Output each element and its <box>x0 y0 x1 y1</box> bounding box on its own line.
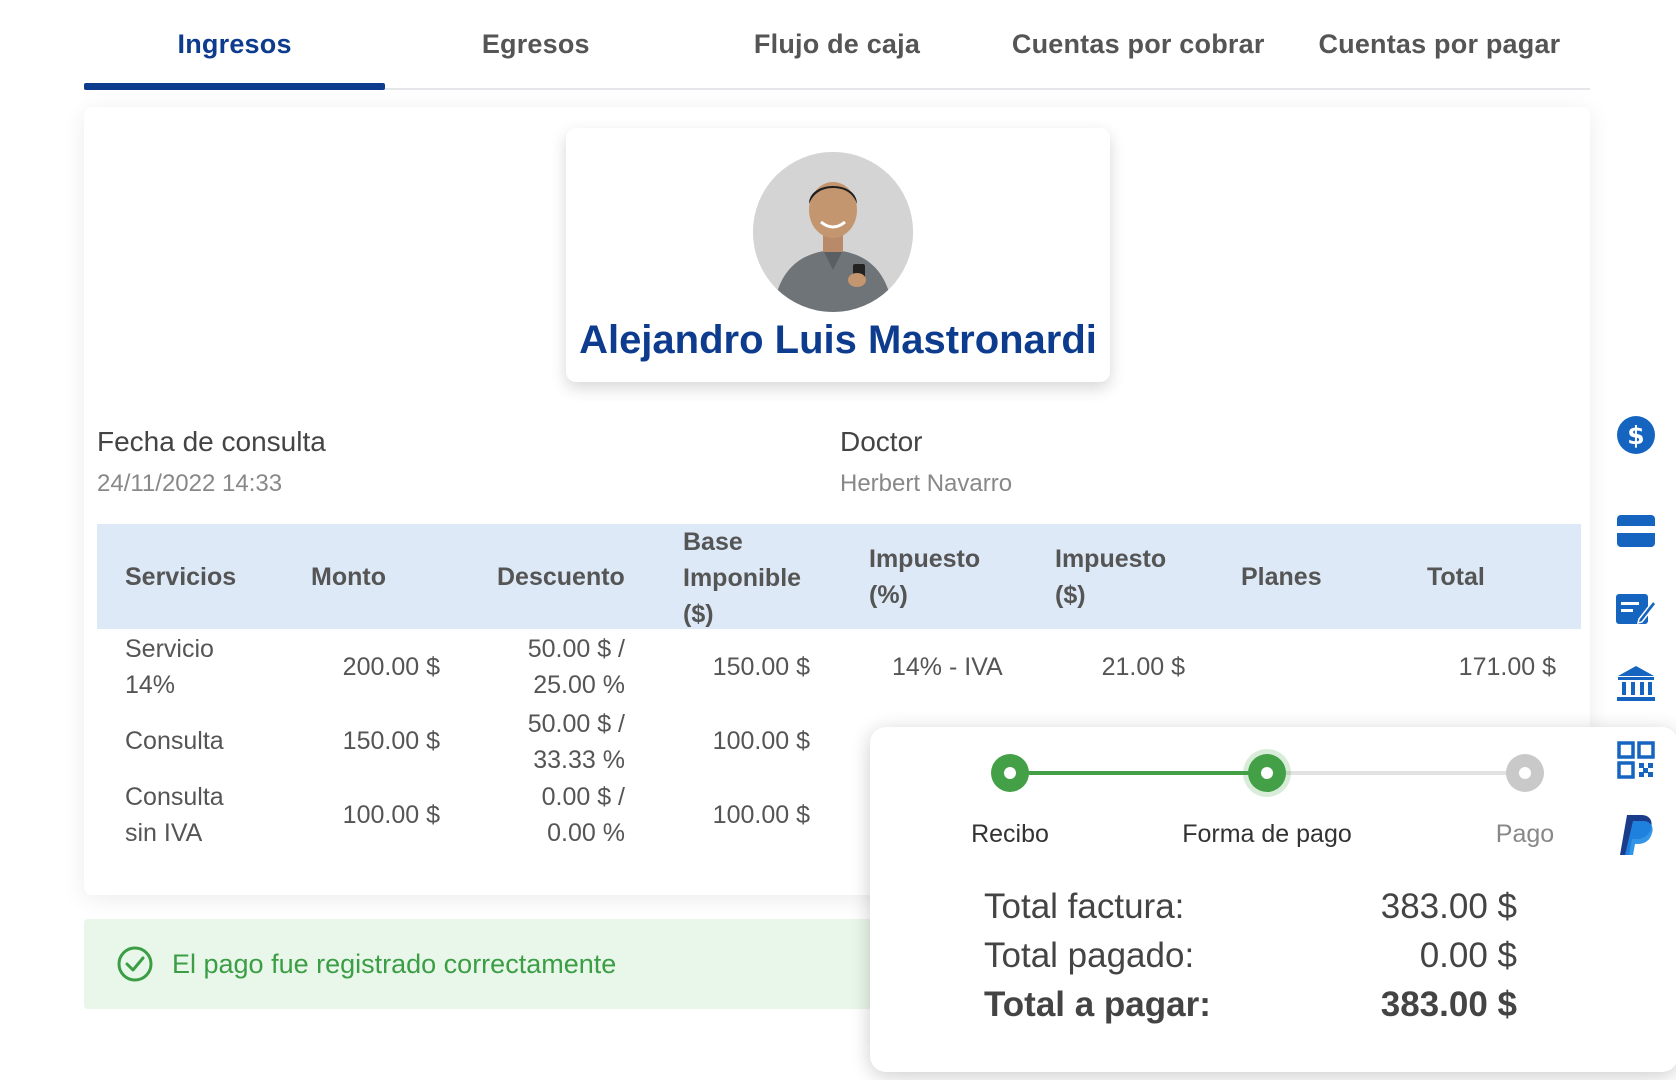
total-pagado-value: 0.00 $ <box>1419 936 1517 975</box>
cell-base: 100.00 $ <box>712 801 810 829</box>
step-forma-de-pago-label: Forma de pago <box>1182 820 1352 848</box>
check-circle-icon <box>117 946 153 982</box>
success-message: El pago fue registrado correctamente <box>172 948 617 979</box>
fecha-consulta-value: 24/11/2022 14:33 <box>97 470 283 497</box>
cell-servicio: Consulta sin IVA <box>125 783 224 847</box>
doctor-label: Doctor <box>840 426 923 457</box>
step-connector-done <box>1010 771 1267 775</box>
cell-total: 171.00 $ <box>1458 653 1556 681</box>
step-pago-dot[interactable] <box>1506 754 1544 792</box>
cell-impuesto-pct: 14% - IVA <box>892 653 1003 681</box>
step-pago-label: Pago <box>1495 820 1555 848</box>
bank-icon[interactable] <box>1614 661 1658 705</box>
col-impuesto-pct: Impuesto (%) <box>869 545 981 609</box>
check-edit-icon[interactable] <box>1614 587 1658 631</box>
step-connector-pending <box>1267 771 1525 775</box>
col-total: Total <box>1427 563 1485 591</box>
col-impuesto-usd: Impuesto ($) <box>1055 545 1167 609</box>
cell-monto: 150.00 $ <box>342 727 440 755</box>
avatar <box>753 152 913 312</box>
qr-code-icon[interactable] <box>1614 738 1658 782</box>
col-servicios: Servicios <box>125 563 237 591</box>
total-a-pagar-value: 383.00 $ <box>1380 985 1517 1024</box>
svg-text:$: $ <box>1627 421 1644 450</box>
patient-card: Alejandro Luis Mastronardi <box>566 128 1110 382</box>
doctor-value: Herbert Navarro <box>840 470 1013 497</box>
total-factura-label: Total factura: <box>984 887 1185 926</box>
step-recibo-label: Recibo <box>971 820 1049 848</box>
cell-descuento: 50.00 $ / 25.00 % <box>527 635 625 699</box>
step-forma-de-pago-dot[interactable] <box>1248 754 1286 792</box>
total-pagado-label: Total pagado: <box>984 936 1195 975</box>
col-monto: Monto <box>311 563 386 591</box>
cell-monto: 100.00 $ <box>342 801 440 829</box>
total-a-pagar-label: Total a pagar: <box>984 985 1211 1024</box>
tab-flujo-de-caja[interactable]: Flujo de caja <box>686 0 987 88</box>
cell-base: 150.00 $ <box>712 653 810 681</box>
cell-impuesto-usd: 21.00 $ <box>1101 653 1185 681</box>
credit-card-icon[interactable] <box>1614 509 1658 553</box>
fecha-consulta-label: Fecha de consulta <box>97 426 326 457</box>
tab-ingresos[interactable]: Ingresos <box>84 0 386 90</box>
cell-descuento: 50.00 $ / 33.33 % <box>527 710 625 774</box>
col-planes: Planes <box>1241 563 1322 591</box>
success-banner: El pago fue registrado correctamente <box>84 919 874 1009</box>
col-base-imponible: Base Imponible ($) <box>683 528 802 628</box>
step-recibo-dot[interactable] <box>991 754 1029 792</box>
tab-bar: Ingresos Egresos Flujo de caja Cuentas p… <box>84 0 1590 90</box>
dollar-icon[interactable]: $ <box>1614 413 1658 457</box>
col-descuento: Descuento <box>497 563 625 591</box>
cell-servicio: Servicio 14% <box>125 635 214 699</box>
cell-base: 100.00 $ <box>712 727 810 755</box>
cell-servicio: Consulta <box>125 727 224 755</box>
patient-name: Alejandro Luis Mastronardi <box>579 318 1097 362</box>
cell-monto: 200.00 $ <box>342 653 440 681</box>
payment-panel: Recibo Forma de pago Pago Total factura:… <box>870 727 1676 1072</box>
tab-cuentas-por-pagar[interactable]: Cuentas por pagar <box>1289 0 1590 88</box>
total-factura-value: 383.00 $ <box>1380 887 1517 926</box>
paypal-icon[interactable] <box>1614 813 1658 857</box>
tab-cuentas-por-cobrar[interactable]: Cuentas por cobrar <box>988 0 1289 88</box>
tab-egresos[interactable]: Egresos <box>385 0 686 88</box>
cell-descuento: 0.00 $ / 0.00 % <box>541 783 625 847</box>
